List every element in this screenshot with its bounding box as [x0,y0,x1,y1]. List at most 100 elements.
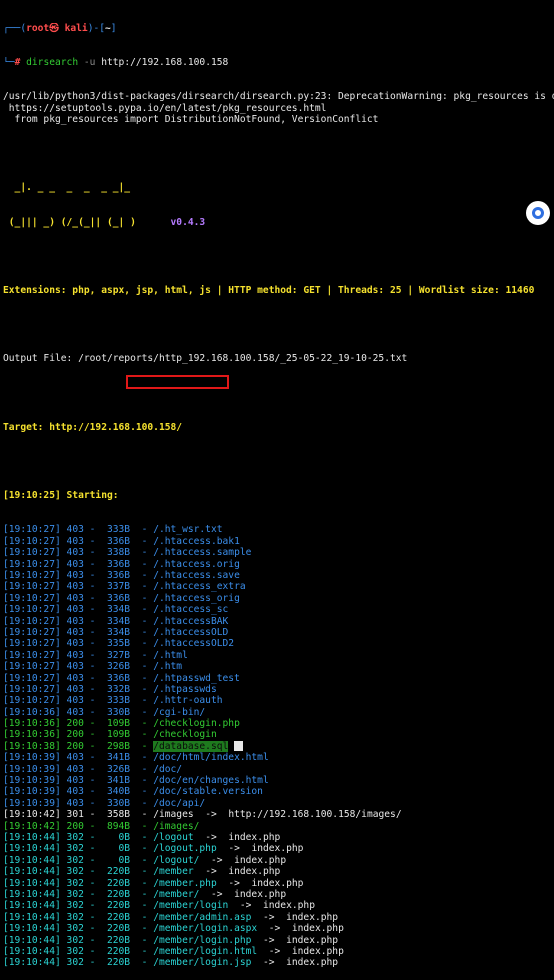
redirect-arrow: -> [228,843,240,855]
circle-icon [532,207,544,219]
row-path: /.htpasswds [153,683,217,695]
row-status-code: 302 [66,957,84,969]
redirect-target: http://192.168.100.158/images/ [228,809,402,821]
result-row: [19:10:42] 301 - 358B - /images -> http:… [3,809,402,821]
redirect-arrow: -> [228,877,240,889]
row-size: 332B [101,683,131,695]
redirect-arrow: -> [205,831,217,843]
row-path: /member.php [153,877,217,889]
result-row: [19:10:44] 302 - 0B - /logout -> index.p… [3,831,281,843]
row-size: 341B [101,775,131,787]
result-list: [19:10:27] 403 - 333B - /.ht_wsr.txt [19:… [3,524,554,968]
row-timestamp: [19:10:27] [3,604,61,616]
row-status-code: 403 [66,626,84,638]
row-status-code: 302 [66,854,84,866]
row-status-code: 200 [66,729,84,741]
result-row: [19:10:44] 302 - 220B - /member/login.as… [3,923,344,935]
prompt-user: root㉿ kali [26,22,88,34]
row-status-code: 302 [66,866,84,878]
result-row: [19:10:27] 403 - 335B - /.htaccessOLD2 [3,638,235,650]
result-row: [19:10:27] 403 - 333B - /.ht_wsr.txt [3,524,223,536]
command-name: dirsearch [26,57,79,69]
row-path: /.htaccess.orig [153,558,240,570]
row-size: 334B [101,626,131,638]
result-row: [19:10:27] 403 - 327B - /.html [3,649,188,661]
highlight-box [126,375,229,389]
row-size: 334B [101,604,131,616]
redirect-arrow: -> [210,888,223,900]
result-row: [19:10:27] 403 - 334B - /.htaccessOLD [3,626,229,638]
row-status-code: 403 [66,695,84,707]
row-timestamp: [19:10:27] [3,649,61,661]
row-path: /.htm [153,661,183,673]
row-status-code: 403 [66,547,84,559]
row-size: 338B [101,547,131,559]
row-status-code: 403 [66,752,84,764]
result-row: [19:10:27] 403 - 336B - /.htaccess.orig [3,558,240,570]
result-row: [19:10:27] 403 - 336B - /.htaccess.save [3,570,240,581]
assistant-float-button[interactable] [526,201,550,225]
row-path: /.httr-oauth [153,695,223,707]
result-row: [19:10:39] 403 - 326B - /doc/ [3,763,183,775]
row-size: 0B [101,831,131,843]
redirect-arrow: -> [239,900,252,912]
row-path: /images [153,809,194,821]
row-status-code: 403 [66,683,84,695]
row-path: /.htaccess.sample [153,547,252,559]
row-timestamp: [19:10:44] [3,900,61,912]
result-row: [19:10:42] 200 - 894B - /images/ [3,820,200,832]
row-size: 109B [101,718,131,730]
row-size: 358B [101,809,131,821]
row-status-code: 403 [66,786,84,798]
result-row: [19:10:27] 403 - 332B - /.htpasswds [3,683,217,695]
row-size: 334B [101,615,131,627]
result-row: [19:10:44] 302 - 220B - /member/login.ht… [3,945,344,957]
result-row: [19:10:44] 302 - 220B - /member/admin.as… [3,911,339,923]
dirsearch-banner-1: _|. _ _ _ _ _ _|_ [3,182,131,194]
row-timestamp: [19:10:27] [3,626,61,638]
row-timestamp: [19:10:27] [3,661,61,673]
row-timestamp: [19:10:44] [3,911,61,923]
row-path: /.htaccess_orig [153,592,240,604]
row-size: 0B [101,854,131,866]
warning-line: from pkg_resources import DistributionNo… [3,114,379,125]
starting-line: [19:10:25] Starting: [3,490,119,502]
cursor-block [234,740,244,751]
row-size: 340B [101,786,131,798]
result-row: [19:10:27] 403 - 326B - /.htm [3,661,183,673]
row-status-code: 403 [66,672,84,684]
row-size: 894B [101,820,131,832]
result-row: [19:10:38] 200 - 298B - /database.sql [3,740,554,752]
row-size: 220B [101,945,131,957]
row-size: 336B [101,672,131,684]
redirect-target: index.php [234,888,287,900]
row-status-code: 302 [66,945,84,957]
row-timestamp: [19:10:27] [3,615,61,627]
prompt-bracket: ┌──( [3,22,27,34]
result-row: [19:10:27] 403 - 333B - /.httr-oauth [3,695,223,707]
result-row: [19:10:39] 403 - 341B - /doc/html/index.… [3,752,269,764]
result-row: [19:10:39] 403 - 341B - /doc/en/changes.… [3,775,269,787]
row-size: 220B [101,866,131,878]
prompt-line-1: ┌──(root㉿ kali)-[~] [3,23,554,34]
redirect-arrow: -> [205,866,217,878]
row-path: /logout.php [153,843,217,855]
row-path: /member/login.jsp [153,957,252,969]
result-row: [19:10:27] 403 - 336B - /.htaccess_orig [3,592,240,604]
row-status-code: 200 [66,820,84,832]
result-row: [19:10:36] 200 - 109B - /checklogin.php [3,718,240,730]
row-path: /member/login.php [153,934,252,946]
row-timestamp: [19:10:27] [3,638,61,650]
redirect-target: index.php [234,854,287,866]
row-timestamp: [19:10:39] [3,775,61,787]
row-size: 336B [101,558,131,570]
row-timestamp: [19:10:44] [3,877,61,889]
row-timestamp: [19:10:42] [3,809,61,821]
row-status-code: 301 [66,809,84,821]
result-row: [19:10:44] 302 - 220B - /member/login ->… [3,900,315,912]
row-size: 220B [101,877,131,889]
row-status-code: 302 [66,888,84,900]
row-timestamp: [19:10:44] [3,843,61,855]
row-status-code: 403 [66,558,84,570]
redirect-target: index.php [251,877,304,889]
